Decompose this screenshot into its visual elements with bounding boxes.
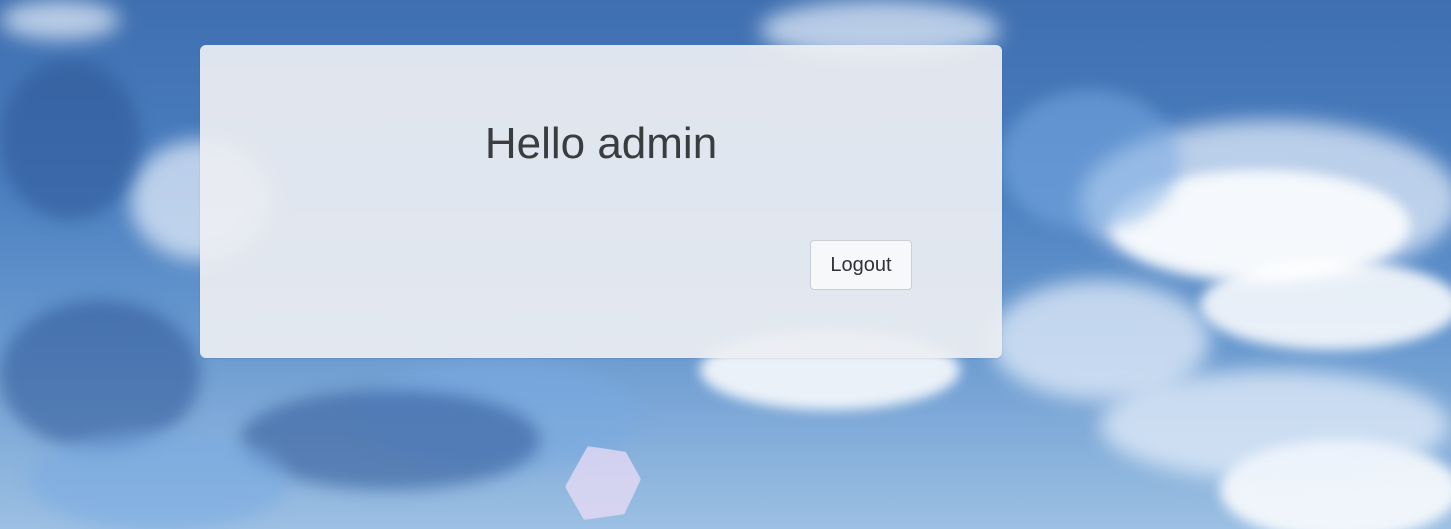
logout-button[interactable]: Logout bbox=[810, 240, 912, 290]
greeting-card: Hello admin Logout bbox=[200, 45, 1002, 358]
greeting-title: Hello admin bbox=[484, 119, 718, 168]
